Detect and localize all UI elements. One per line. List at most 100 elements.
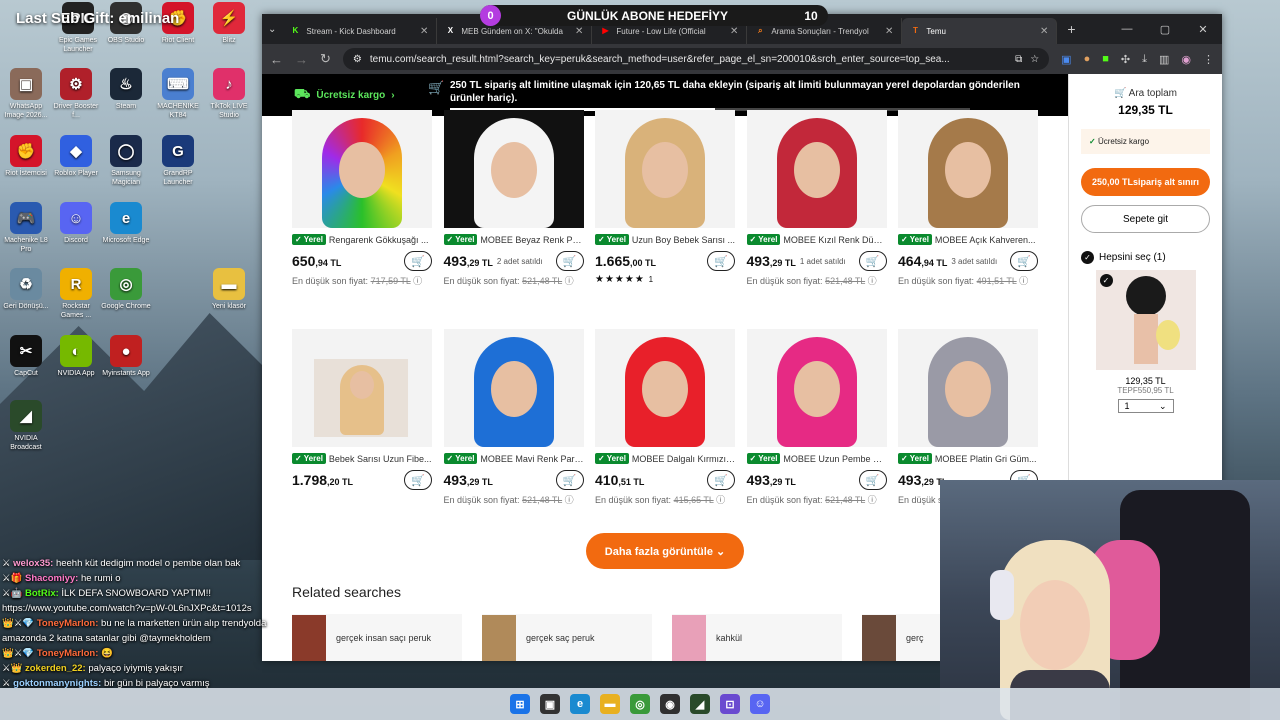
product-image[interactable] [292,329,432,447]
close-window-icon[interactable]: ✕ [1184,23,1222,36]
obs-icon[interactable]: ◉ [660,694,680,714]
desktop-icon[interactable]: ◆ Roblox Player [50,135,102,178]
nvidia-icon[interactable]: ◢ [690,694,710,714]
extension-icon-2[interactable]: ● [1084,53,1091,66]
product-title[interactable]: ✓ Yerel MOBEE Kızıl Renk Düz ... [746,234,887,245]
product-card[interactable]: ✓ Yerel MOBEE Açık Kahveren... 464,94 TL 3 … [898,110,1038,287]
desktop-icon[interactable]: R Rockstar Games ... [50,268,102,320]
desktop-icon[interactable]: ✊ Riot İstemcisi [0,135,52,178]
site-info-icon[interactable]: ⚙ [353,54,362,65]
product-card[interactable]: ✓ Yerel Uzun Boy Bebek Sarısı ... 1.665,00… [595,110,735,285]
add-to-cart-button[interactable]: 🛒 [404,470,432,490]
product-card[interactable]: ✓ Yerel Rengarenk Gökkuşağı ... 650,94 TL 🛒… [292,110,432,287]
desktop-icon[interactable]: ◎ Google Chrome [100,268,152,311]
desktop-icon[interactable]: ♻ Geri Dönüşü... [0,268,52,311]
extensions-puzzle-icon[interactable]: ✣ [1121,53,1130,66]
add-to-cart-button[interactable]: 🛒 [1010,251,1038,271]
install-icon[interactable]: ⧉ [1015,54,1022,65]
tab-close-icon[interactable]: ✕ [730,26,738,37]
info-icon[interactable]: ⓘ [565,495,574,505]
maximize-icon[interactable]: ▢ [1146,23,1184,36]
desktop-icon[interactable]: ☺ Discord [50,202,102,245]
product-title[interactable]: ✓ Yerel MOBEE Dalgalı Kırmızı ... [595,453,735,464]
desktop-icon[interactable]: G GrandRP Launcher [152,135,204,187]
bookmark-star-icon[interactable]: ☆ [1030,54,1039,65]
desktop-icon[interactable]: ▬ Yeni klasör [203,268,255,311]
reload-icon[interactable]: ↻ [320,51,331,67]
add-to-cart-button[interactable]: 🛒 [404,251,432,271]
product-image[interactable] [898,329,1038,447]
forward-icon[interactable]: → [295,52,308,67]
product-title[interactable]: ✓ Yerel MOBEE Mavi Renk Part... [443,453,584,464]
tab-close-icon[interactable]: ✕ [575,26,583,37]
product-image[interactable] [595,110,735,228]
desktop-icon[interactable]: 🎮 Machenike L8 Pro [0,202,52,254]
desktop-icon[interactable]: ✂ CapCut [0,335,52,378]
desktop-icon[interactable]: ♨ Steam [100,68,152,111]
product-card[interactable]: ✓ Yerel Bebek Sarısı Uzun Fibe... 1.798,20… [292,329,432,490]
info-icon[interactable]: ⓘ [868,276,877,286]
product-image[interactable] [898,110,1038,228]
product-card[interactable]: ✓ Yerel MOBEE Dalgalı Kırmızı ... 410,51 T… [595,329,735,506]
chat-username[interactable]: BotRix: [25,588,59,599]
chat-username[interactable]: welox35: [13,558,53,569]
checkbox-checked-icon[interactable]: ✓ [1081,251,1094,264]
related-search-item[interactable]: gerçek insan saçı peruk [292,614,462,661]
url-bar[interactable]: ⚙ temu.com/search_result.html?search_key… [342,48,1050,70]
back-icon[interactable]: ← [270,52,283,67]
product-card[interactable]: ✓ Yerel MOBEE Beyaz Renk Pe... 493,29 TL 2 … [443,110,584,287]
add-to-cart-button[interactable]: 🛒 [858,251,887,271]
related-search-item[interactable]: kahkül [672,614,842,661]
min-order-button[interactable]: 250,00 TLsipariş alt sınırı [1081,168,1210,196]
info-icon[interactable]: ⓘ [716,495,725,505]
extension-icon-3[interactable]: ■ [1102,53,1109,66]
browser-tab[interactable]: K Stream - Kick Dashboard ✕ [282,18,438,44]
add-to-cart-button[interactable]: 🛒 [858,470,887,490]
related-search-item[interactable]: gerçek saç peruk [482,614,652,661]
product-image[interactable] [595,329,735,447]
info-icon[interactable]: ⓘ [565,276,574,286]
tab-close-icon[interactable]: ✕ [1040,26,1048,37]
product-title[interactable]: ✓ Yerel Rengarenk Gökkuşağı ... [292,234,432,245]
browser-tab[interactable]: T Temu ✕ [902,18,1058,44]
split-icon[interactable]: ▥ [1159,53,1169,66]
edge-icon[interactable]: e [570,694,590,714]
go-to-cart-button[interactable]: Sepete git [1081,205,1210,233]
desktop-icon[interactable]: e Microsoft Edge [100,202,152,245]
product-title[interactable]: ✓ Yerel MOBEE Platin Gri Güm... [898,453,1038,464]
desktop-icon[interactable]: ● Myinstants App [100,335,152,378]
chat-username[interactable]: Shacomiyy: [25,573,78,584]
file-explorer-icon[interactable]: ▬ [600,694,620,714]
minimize-icon[interactable]: — [1108,23,1146,36]
desktop-icon[interactable]: ⌨ MACHENIKE KT84 [152,68,204,120]
product-image[interactable] [746,329,887,447]
desktop-icon[interactable]: ⚙ Driver Booster f... [50,68,102,120]
quantity-select[interactable]: 1 ⌄ [1117,399,1174,413]
desktop-icon[interactable]: ◯ Samsung Magician [100,135,152,187]
info-icon[interactable]: ⓘ [868,495,877,505]
chat-username[interactable]: ToneyMarlon: [37,618,99,629]
product-image[interactable] [443,110,584,228]
tab-close-icon[interactable]: ✕ [885,26,893,37]
extension-icon-1[interactable]: ▣ [1061,53,1071,66]
app-icon[interactable]: ⊡ [720,694,740,714]
product-title[interactable]: ✓ Yerel Uzun Boy Bebek Sarısı ... [595,234,735,245]
tab-search-icon[interactable]: ⌄ [268,24,276,35]
chat-username[interactable]: ToneyMarlon: [37,648,99,659]
desktop-icon[interactable]: ◢ NVIDIA Broadcast [0,400,52,452]
desktop-icon[interactable]: ▣ WhatsApp Image 2026... [0,68,52,120]
related-search-item[interactable]: gerç [862,614,940,661]
menu-icon[interactable]: ⋮ [1203,53,1214,66]
info-icon[interactable]: ⓘ [1019,276,1028,286]
product-title[interactable]: ✓ Yerel MOBEE Açık Kahveren... [898,234,1038,245]
free-shipping-badge[interactable]: ⛟ Ücretsiz kargo › [262,86,422,104]
chat-username[interactable]: zokerden_22: [25,663,86,674]
task-view-icon[interactable]: ▣ [540,694,560,714]
product-card[interactable]: ✓ Yerel MOBEE Kızıl Renk Düz ... 493,29 TL… [746,110,887,287]
profile-avatar[interactable]: ◉ [1181,53,1191,66]
product-image[interactable] [443,329,584,447]
show-more-button[interactable]: Daha fazla görüntüle ⌄ [586,533,744,569]
discord-icon[interactable]: ☺ [750,694,770,714]
desktop-icon[interactable]: ⚡ Blitz [203,2,255,45]
desktop-icon[interactable]: ◐ NVIDIA App [50,335,102,378]
